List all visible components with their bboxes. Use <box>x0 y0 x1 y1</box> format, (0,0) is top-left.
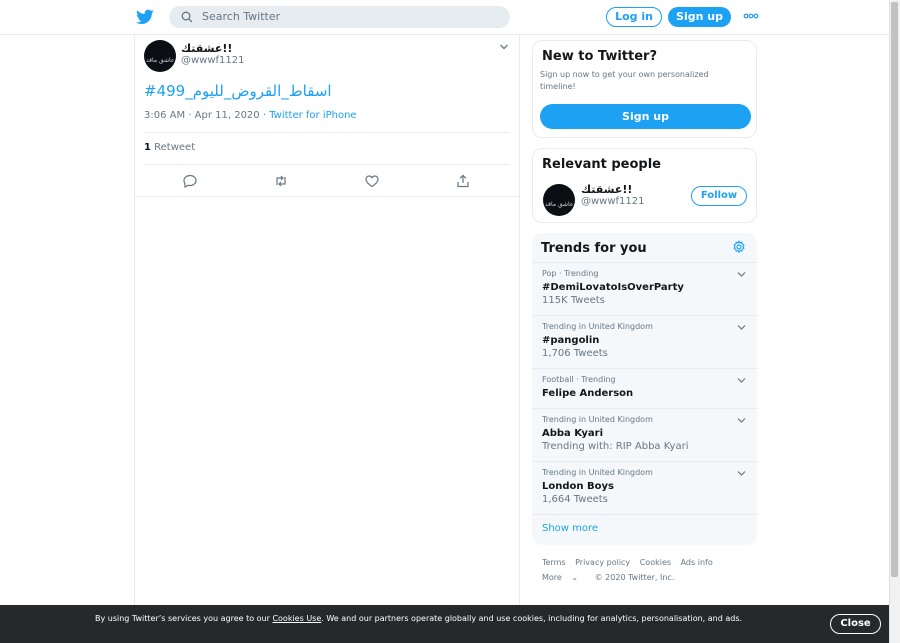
avatar-caption: عاشق ماقد <box>146 57 175 64</box>
tweet-column: عاشق ماقد !!عشقتك @wwwf1121 #اسقاط_القرو… <box>134 35 520 643</box>
reply-icon[interactable] <box>182 173 198 189</box>
divider <box>144 132 510 133</box>
card-description: Sign up now to get your own personalized… <box>540 70 709 91</box>
tweet-timestamp[interactable]: 3:06 AM · Apr 11, 2020 <box>144 110 260 121</box>
trend-name: Abba Kyari <box>542 428 604 439</box>
retweet-stats[interactable]: 1 Retweet <box>144 142 195 153</box>
trend-name: Felipe Anderson <box>542 388 634 399</box>
cookie-text: By using Twitter’s services you agree to… <box>95 613 755 625</box>
trend-item[interactable]: Football · Trending Felipe Anderson <box>532 368 757 408</box>
scrollbar-thumb[interactable] <box>891 2 898 577</box>
gear-icon[interactable] <box>732 240 746 254</box>
search-placeholder: Search Twitter <box>202 10 281 23</box>
chevron-down-icon: ⌄ <box>571 573 579 582</box>
divider <box>144 164 510 165</box>
close-button[interactable]: Close <box>830 614 881 634</box>
card-title: Trends for you <box>541 241 647 256</box>
footer-link-cookies[interactable]: Cookies <box>640 558 671 567</box>
trend-count: 115K Tweets <box>542 295 605 306</box>
avatar-caption: عاشق ماقد <box>545 201 574 208</box>
retweet-icon[interactable] <box>273 173 289 189</box>
retweet-label: Retweet <box>154 142 196 153</box>
cookie-text-before: By using Twitter’s services you agree to… <box>95 614 273 623</box>
like-icon[interactable] <box>364 173 380 189</box>
chevron-down-icon[interactable] <box>499 43 509 51</box>
cookie-text-after: . We and our partners operate globally a… <box>321 614 743 623</box>
trend-context: Trending with: RIP Abba Kyari <box>542 441 689 452</box>
signup-button[interactable]: Sign up <box>668 7 731 27</box>
page-scrollbar[interactable] <box>889 0 900 643</box>
author-handle[interactable]: @wwwf1121 <box>181 55 245 66</box>
trend-name: London Boys <box>542 481 614 492</box>
login-button[interactable]: Log in <box>606 7 662 27</box>
chevron-down-icon[interactable] <box>737 417 746 424</box>
trend-category: Trending in United Kingdom <box>542 468 653 477</box>
footer-more-label: More <box>542 573 562 582</box>
trend-item[interactable]: Pop · Trending #DemiLovatoIsOverParty 11… <box>532 262 757 315</box>
author-name[interactable]: !!عشقتك <box>181 42 232 55</box>
card-title: Relevant people <box>542 157 661 172</box>
footer-more[interactable]: More ⌄ <box>542 573 585 582</box>
search-input[interactable]: Search Twitter <box>169 6 510 28</box>
divider <box>135 196 519 197</box>
chevron-down-icon[interactable] <box>737 271 746 278</box>
retweet-count: 1 <box>144 142 151 153</box>
twitter-logo-icon[interactable] <box>136 9 154 25</box>
tweet-text[interactable]: #اسقاط_القروض_لليوم_499 <box>144 82 332 100</box>
follow-button[interactable]: Follow <box>691 186 747 206</box>
trend-category: Trending in United Kingdom <box>542 415 653 424</box>
trend-name: #pangolin <box>542 335 600 346</box>
trend-name: #DemiLovatoIsOverParty <box>542 282 684 293</box>
new-to-twitter-card: New to Twitter? Sign up now to get your … <box>532 40 757 138</box>
search-icon <box>181 11 193 23</box>
share-icon[interactable] <box>455 173 471 189</box>
author-avatar[interactable]: عاشق ماقد <box>144 40 176 72</box>
trend-category: Trending in United Kingdom <box>542 322 653 331</box>
trend-count: 1,664 Tweets <box>542 494 608 505</box>
person-name[interactable]: !!عشقتك <box>581 183 632 196</box>
chevron-down-icon[interactable] <box>737 470 746 477</box>
footer-secondary: More ⌄ © 2020 Twitter, Inc. <box>542 573 681 582</box>
trend-count: 1,706 Tweets <box>542 348 608 359</box>
trend-item[interactable]: Trending in United Kingdom Abba Kyari Tr… <box>532 408 757 461</box>
relevant-people-card: Relevant people عاشق ماقد !!عشقتك @wwwf1… <box>532 148 757 223</box>
footer-links: Terms Privacy policy Cookies Ads info <box>542 558 720 567</box>
chevron-down-icon[interactable] <box>737 377 746 384</box>
person-avatar[interactable]: عاشق ماقد <box>543 184 575 216</box>
cookies-use-link[interactable]: Cookies Use <box>272 614 321 623</box>
footer-link-terms[interactable]: Terms <box>542 558 566 567</box>
trend-category: Pop · Trending <box>542 269 599 278</box>
trend-category: Football · Trending <box>542 375 616 384</box>
show-more-row: Show more <box>532 514 757 544</box>
more-options-icon[interactable] <box>743 12 759 20</box>
person-handle[interactable]: @wwwf1121 <box>581 196 645 207</box>
card-title: New to Twitter? <box>542 49 658 64</box>
tweet-source[interactable]: Twitter for iPhone <box>269 110 356 121</box>
footer-link-privacy[interactable]: Privacy policy <box>575 558 630 567</box>
top-navigation-bar: Search Twitter Log in Sign up <box>0 0 889 35</box>
footer-link-ads-info[interactable]: Ads info <box>681 558 713 567</box>
chevron-down-icon[interactable] <box>737 324 746 331</box>
cookie-consent-bar: By using Twitter’s services you agree to… <box>0 605 889 643</box>
trend-item[interactable]: Trending in United Kingdom London Boys 1… <box>532 461 757 514</box>
meta-separator: · <box>259 110 270 121</box>
trends-card: Trends for you Pop · Trending #DemiLovat… <box>532 233 757 545</box>
signup-button-large[interactable]: Sign up <box>540 104 751 129</box>
footer-copyright: © 2020 Twitter, Inc. <box>594 573 675 582</box>
tweet-meta: 3:06 AM · Apr 11, 2020 · Twitter for iPh… <box>144 110 357 121</box>
show-more-link[interactable]: Show more <box>542 523 598 534</box>
trend-item[interactable]: Trending in United Kingdom #pangolin 1,7… <box>532 315 757 368</box>
